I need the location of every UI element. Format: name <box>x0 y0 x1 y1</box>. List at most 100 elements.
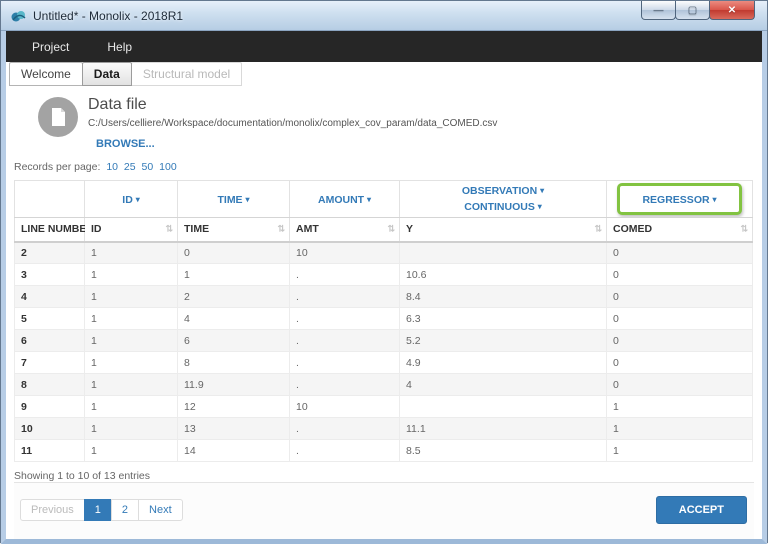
table-cell: 1 <box>178 264 290 286</box>
table-cell: 6 <box>15 330 85 352</box>
pagination: Previous 1 2 Next <box>21 499 183 521</box>
table-cell <box>400 396 607 418</box>
table-cell: 3 <box>15 264 85 286</box>
caret-down-icon: ▾ <box>538 202 542 211</box>
table-cell: 8.4 <box>400 286 607 308</box>
table-cell: 4 <box>400 374 607 396</box>
table-cell: 11.9 <box>178 374 290 396</box>
type-label-regressor: REGRESSOR <box>642 194 709 206</box>
table-cell: 5 <box>15 308 85 330</box>
table-cell: 1 <box>85 396 178 418</box>
column-header-comed[interactable]: COMED⇅ <box>607 218 753 242</box>
type-label-time: TIME <box>217 194 242 206</box>
menu-project[interactable]: Project <box>20 34 81 60</box>
sort-icon[interactable]: ⇅ <box>387 224 395 235</box>
data-file-section: Data file C:/Users/celliere/Workspace/do… <box>38 95 754 152</box>
maximize-icon: ▢ <box>688 5 697 16</box>
table-cell: 10.6 <box>400 264 607 286</box>
table-cell: 0 <box>607 264 753 286</box>
monolix-logo-icon <box>11 8 27 24</box>
table-cell: . <box>290 440 400 462</box>
caret-down-icon: ▾ <box>136 195 140 204</box>
table-cell: 1 <box>85 352 178 374</box>
type-cell-empty <box>15 181 85 218</box>
table-cell: 10 <box>15 418 85 440</box>
page-2-button[interactable]: 2 <box>111 499 139 521</box>
records-option-25[interactable]: 25 <box>124 161 136 173</box>
previous-page-button: Previous <box>20 499 85 521</box>
column-label: Y <box>406 223 413 235</box>
records-option-100[interactable]: 100 <box>159 161 177 173</box>
table-cell: . <box>290 264 400 286</box>
tab-data[interactable]: Data <box>82 62 132 86</box>
type-dropdown-id[interactable]: ID ▾ <box>85 181 178 218</box>
type-dropdown-regressor[interactable]: REGRESSOR ▾ <box>607 181 753 218</box>
table-row: 8111.9.40 <box>15 374 753 396</box>
tab-structural-model: Structural model <box>131 62 242 86</box>
column-header-amt[interactable]: AMT⇅ <box>290 218 400 242</box>
table-cell: 8 <box>178 352 290 374</box>
close-button[interactable]: ✕ <box>709 1 755 20</box>
table-cell: 1 <box>85 242 178 264</box>
window-controls: — ▢ ✕ <box>642 1 755 20</box>
browse-button[interactable]: BROWSE... <box>96 138 155 150</box>
table-cell: 1 <box>85 374 178 396</box>
table-cell: . <box>290 418 400 440</box>
minimize-icon: — <box>654 5 664 16</box>
sort-icon[interactable]: ⇅ <box>277 224 285 235</box>
table-cell: . <box>290 286 400 308</box>
tab-bar: Welcome Data Structural model <box>6 62 762 86</box>
records-option-50[interactable]: 50 <box>142 161 154 173</box>
table-cell: 8.5 <box>400 440 607 462</box>
table-row: 311.10.60 <box>15 264 753 286</box>
table-cell: 4 <box>178 308 290 330</box>
table-cell: 12 <box>178 396 290 418</box>
type-dropdown-time[interactable]: TIME ▾ <box>178 181 290 218</box>
sort-icon[interactable]: ⇅ <box>594 224 602 235</box>
sort-icon[interactable]: ⇅ <box>165 224 173 235</box>
sort-icon[interactable]: ⇅ <box>740 224 748 235</box>
column-header-y[interactable]: Y⇅ <box>400 218 607 242</box>
type-dropdown-observation[interactable]: OBSERVATION ▾ CONTINUOUS ▾ <box>400 181 607 218</box>
type-label-observation: OBSERVATION <box>462 185 537 197</box>
table-cell: . <box>290 330 400 352</box>
maximize-button[interactable]: ▢ <box>675 1 710 20</box>
table-cell: 1 <box>85 330 178 352</box>
monolix-window: Untitled* - Monolix - 2018R1 — ▢ ✕ Proje… <box>0 0 768 543</box>
tab-welcome[interactable]: Welcome <box>9 62 83 86</box>
menu-help[interactable]: Help <box>95 34 144 60</box>
page-1-button[interactable]: 1 <box>84 499 112 521</box>
column-header-line-number[interactable]: LINE NUMBER⇅ <box>15 218 85 242</box>
table-cell: 11.1 <box>400 418 607 440</box>
data-file-info: Data file C:/Users/celliere/Workspace/do… <box>88 95 497 152</box>
type-dropdown-amount[interactable]: AMOUNT ▾ <box>290 181 400 218</box>
records-option-10[interactable]: 10 <box>106 161 118 173</box>
footer-bar: Previous 1 2 Next ACCEPT <box>14 482 754 539</box>
regressor-highlight-box: REGRESSOR ▾ <box>617 183 742 215</box>
table-cell: 6.3 <box>400 308 607 330</box>
data-table: ID ▾ TIME ▾ AMOUNT ▾ OBSERVATION ▾ CONTI… <box>14 180 753 462</box>
table-body: 210100311.10.60412.8.40514.6.30616.5.207… <box>15 242 753 462</box>
table-cell: 1 <box>85 440 178 462</box>
column-header-time[interactable]: TIME⇅ <box>178 218 290 242</box>
title-bar[interactable]: Untitled* - Monolix - 2018R1 — ▢ ✕ <box>1 1 767 31</box>
type-label-continuous: CONTINUOUS <box>464 201 535 213</box>
table-cell: 11 <box>15 440 85 462</box>
table-cell: 1 <box>607 396 753 418</box>
type-label-id: ID <box>122 194 133 206</box>
table-row: 9112101 <box>15 396 753 418</box>
table-cell: 8 <box>15 374 85 396</box>
accept-button[interactable]: ACCEPT <box>656 496 747 524</box>
column-header-id[interactable]: ID⇅ <box>85 218 178 242</box>
column-header-row: LINE NUMBER⇅ ID⇅ TIME⇅ AMT⇅ Y⇅ COMED⇅ <box>15 218 753 242</box>
minimize-button[interactable]: — <box>641 1 676 20</box>
table-cell: 13 <box>178 418 290 440</box>
table-cell: 1 <box>607 440 753 462</box>
column-label: LINE NUMBER <box>21 223 94 235</box>
entries-summary: Showing 1 to 10 of 13 entries <box>14 470 754 482</box>
window-body: Project Help Welcome Data Structural mod… <box>1 31 767 544</box>
table-cell: 0 <box>607 374 753 396</box>
data-file-path: C:/Users/celliere/Workspace/documentatio… <box>88 118 497 129</box>
next-page-button[interactable]: Next <box>138 499 183 521</box>
close-icon: ✕ <box>728 5 736 16</box>
